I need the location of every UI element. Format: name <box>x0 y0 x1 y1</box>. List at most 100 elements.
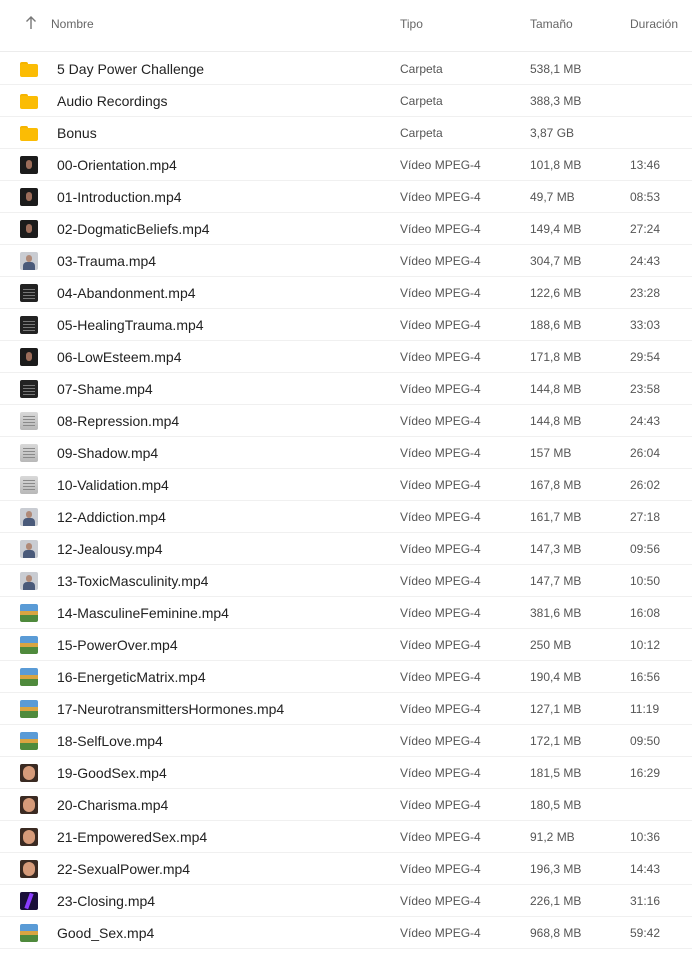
folder-icon <box>20 124 38 142</box>
file-name: 13-ToxicMasculinity.mp4 <box>57 573 209 589</box>
column-header-type[interactable]: Tipo <box>400 17 423 31</box>
video-thumbnail-icon <box>20 220 38 238</box>
file-name: 08-Repression.mp4 <box>57 413 180 429</box>
video-thumbnail-icon <box>20 252 38 270</box>
file-name: 23-Closing.mp4 <box>57 893 156 909</box>
file-name: 14-MasculineFeminine.mp4 <box>57 605 229 621</box>
file-name: 06-LowEsteem.mp4 <box>57 349 182 365</box>
video-thumbnail-icon <box>20 700 38 718</box>
file-duration: 27:24 <box>630 222 661 236</box>
file-row[interactable]: 16-EnergeticMatrix.mp4 Vídeo MPEG-4 190,4 … <box>0 661 692 693</box>
file-duration: 08:53 <box>630 190 661 204</box>
video-thumbnail-icon <box>20 924 38 942</box>
video-thumbnail-icon <box>20 540 38 558</box>
file-row[interactable]: 09-Shadow.mp4 Vídeo MPEG-4 157 MB 26:04 <box>0 437 692 469</box>
file-row[interactable]: 01-Introduction.mp4 Vídeo MPEG-4 49,7 MB 08… <box>0 181 692 213</box>
file-size: 161,7 MB <box>530 510 582 524</box>
file-type: Vídeo MPEG-4 <box>400 286 481 300</box>
file-type: Vídeo MPEG-4 <box>400 158 481 172</box>
file-row[interactable]: 14-MasculineFeminine.mp4 Vídeo MPEG-4 381,… <box>0 597 692 629</box>
file-duration: 23:58 <box>630 382 661 396</box>
file-size: 171,8 MB <box>530 350 582 364</box>
file-size: 538,1 MB <box>530 62 582 76</box>
file-type: Vídeo MPEG-4 <box>400 542 481 556</box>
file-name: 10-Validation.mp4 <box>57 477 169 493</box>
file-name: 09-Shadow.mp4 <box>57 445 159 461</box>
video-thumbnail-icon <box>20 668 38 686</box>
file-row[interactable]: 13-ToxicMasculinity.mp4 Vídeo MPEG-4 147,7… <box>0 565 692 597</box>
file-duration: 10:36 <box>630 830 661 844</box>
file-row[interactable]: 12-Jealousy.mp4 Vídeo MPEG-4 147,3 MB 09:56 <box>0 533 692 565</box>
file-row[interactable]: 07-Shame.mp4 Vídeo MPEG-4 144,8 MB 23:58 <box>0 373 692 405</box>
file-row[interactable]: 15-PowerOver.mp4 Vídeo MPEG-4 250 MB 10:12 <box>0 629 692 661</box>
file-size: 49,7 MB <box>530 190 575 204</box>
file-name: 22-SexualPower.mp4 <box>57 861 191 877</box>
file-duration: 24:43 <box>630 414 661 428</box>
file-duration: 10:12 <box>630 638 661 652</box>
file-duration: 10:50 <box>630 574 661 588</box>
file-size: 968,8 MB <box>530 926 582 940</box>
file-name: 03-Trauma.mp4 <box>57 253 157 269</box>
file-row[interactable]: 04-Abandonment.mp4 Vídeo MPEG-4 122,6 MB 23… <box>0 277 692 309</box>
file-type: Vídeo MPEG-4 <box>400 350 481 364</box>
file-type: Vídeo MPEG-4 <box>400 318 481 332</box>
file-row[interactable]: 03-Trauma.mp4 Vídeo MPEG-4 304,7 MB 24:43 <box>0 245 692 277</box>
file-size: 144,8 MB <box>530 414 582 428</box>
video-thumbnail-icon <box>20 892 38 910</box>
file-name: 12-Jealousy.mp4 <box>57 541 163 557</box>
file-duration: 26:02 <box>630 478 661 492</box>
file-row[interactable]: 23-Closing.mp4 Vídeo MPEG-4 226,1 MB 31:16 <box>0 885 692 917</box>
column-header-name[interactable]: Nombre <box>51 17 94 31</box>
folder-icon <box>20 60 38 78</box>
file-duration: 14:43 <box>630 862 661 876</box>
file-size: 196,3 MB <box>530 862 582 876</box>
file-list: 5 Day Power Challenge Carpeta 538,1 MB Audi… <box>0 53 692 949</box>
file-size: 190,4 MB <box>530 670 582 684</box>
file-size: 147,3 MB <box>530 542 582 556</box>
file-row[interactable]: 12-Addiction.mp4 Vídeo MPEG-4 161,7 MB 27:1… <box>0 501 692 533</box>
video-thumbnail-icon <box>20 188 38 206</box>
file-duration: 24:43 <box>630 254 661 268</box>
file-row[interactable]: 18-SelfLove.mp4 Vídeo MPEG-4 172,1 MB 09:50 <box>0 725 692 757</box>
file-duration: 23:28 <box>630 286 661 300</box>
column-header-size[interactable]: Tamaño <box>530 17 573 31</box>
file-row[interactable]: 21-EmpoweredSex.mp4 Vídeo MPEG-4 91,2 MB 10… <box>0 821 692 853</box>
file-row[interactable]: 20-Charisma.mp4 Vídeo MPEG-4 180,5 MB <box>0 789 692 821</box>
file-type: Carpeta <box>400 62 443 76</box>
column-header-duration[interactable]: Duración <box>630 17 678 31</box>
file-row[interactable]: 06-LowEsteem.mp4 Vídeo MPEG-4 171,8 MB 29:5… <box>0 341 692 373</box>
folder-row[interactable]: 5 Day Power Challenge Carpeta 538,1 MB <box>0 53 692 85</box>
arrow-up-icon[interactable] <box>24 14 38 32</box>
folder-row[interactable]: Audio Recordings Carpeta 388,3 MB <box>0 85 692 117</box>
file-row[interactable]: Good_Sex.mp4 Vídeo MPEG-4 968,8 MB 59:42 <box>0 917 692 949</box>
file-type: Vídeo MPEG-4 <box>400 414 481 428</box>
file-name: 20-Charisma.mp4 <box>57 797 169 813</box>
file-row[interactable]: 22-SexualPower.mp4 Vídeo MPEG-4 196,3 MB 14… <box>0 853 692 885</box>
file-row[interactable]: 17-NeurotransmittersHormones.mp4 Vídeo MP… <box>0 693 692 725</box>
file-type: Vídeo MPEG-4 <box>400 766 481 780</box>
file-type: Vídeo MPEG-4 <box>400 190 481 204</box>
file-type: Carpeta <box>400 94 443 108</box>
file-row[interactable]: 05-HealingTrauma.mp4 Vídeo MPEG-4 188,6 MB… <box>0 309 692 341</box>
video-thumbnail-icon <box>20 764 38 782</box>
file-size: 167,8 MB <box>530 478 582 492</box>
file-name: Good_Sex.mp4 <box>57 925 155 941</box>
file-type: Vídeo MPEG-4 <box>400 894 481 908</box>
file-size: 122,6 MB <box>530 286 582 300</box>
folder-row[interactable]: Bonus Carpeta 3,87 GB <box>0 117 692 149</box>
file-size: 381,6 MB <box>530 606 582 620</box>
file-row[interactable]: 00-Orientation.mp4 Vídeo MPEG-4 101,8 MB 13… <box>0 149 692 181</box>
video-thumbnail-icon <box>20 636 38 654</box>
file-row[interactable]: 02-DogmaticBeliefs.mp4 Vídeo MPEG-4 149,4 … <box>0 213 692 245</box>
file-row[interactable]: 10-Validation.mp4 Vídeo MPEG-4 167,8 MB 26:… <box>0 469 692 501</box>
file-type: Vídeo MPEG-4 <box>400 222 481 236</box>
file-row[interactable]: 19-GoodSex.mp4 Vídeo MPEG-4 181,5 MB 16:29 <box>0 757 692 789</box>
file-type: Vídeo MPEG-4 <box>400 734 481 748</box>
file-type: Vídeo MPEG-4 <box>400 830 481 844</box>
file-duration: 27:18 <box>630 510 661 524</box>
file-type: Vídeo MPEG-4 <box>400 478 481 492</box>
file-name: 16-EnergeticMatrix.mp4 <box>57 669 206 685</box>
file-row[interactable]: 08-Repression.mp4 Vídeo MPEG-4 144,8 MB 24:… <box>0 405 692 437</box>
file-type: Vídeo MPEG-4 <box>400 638 481 652</box>
file-type: Vídeo MPEG-4 <box>400 798 481 812</box>
